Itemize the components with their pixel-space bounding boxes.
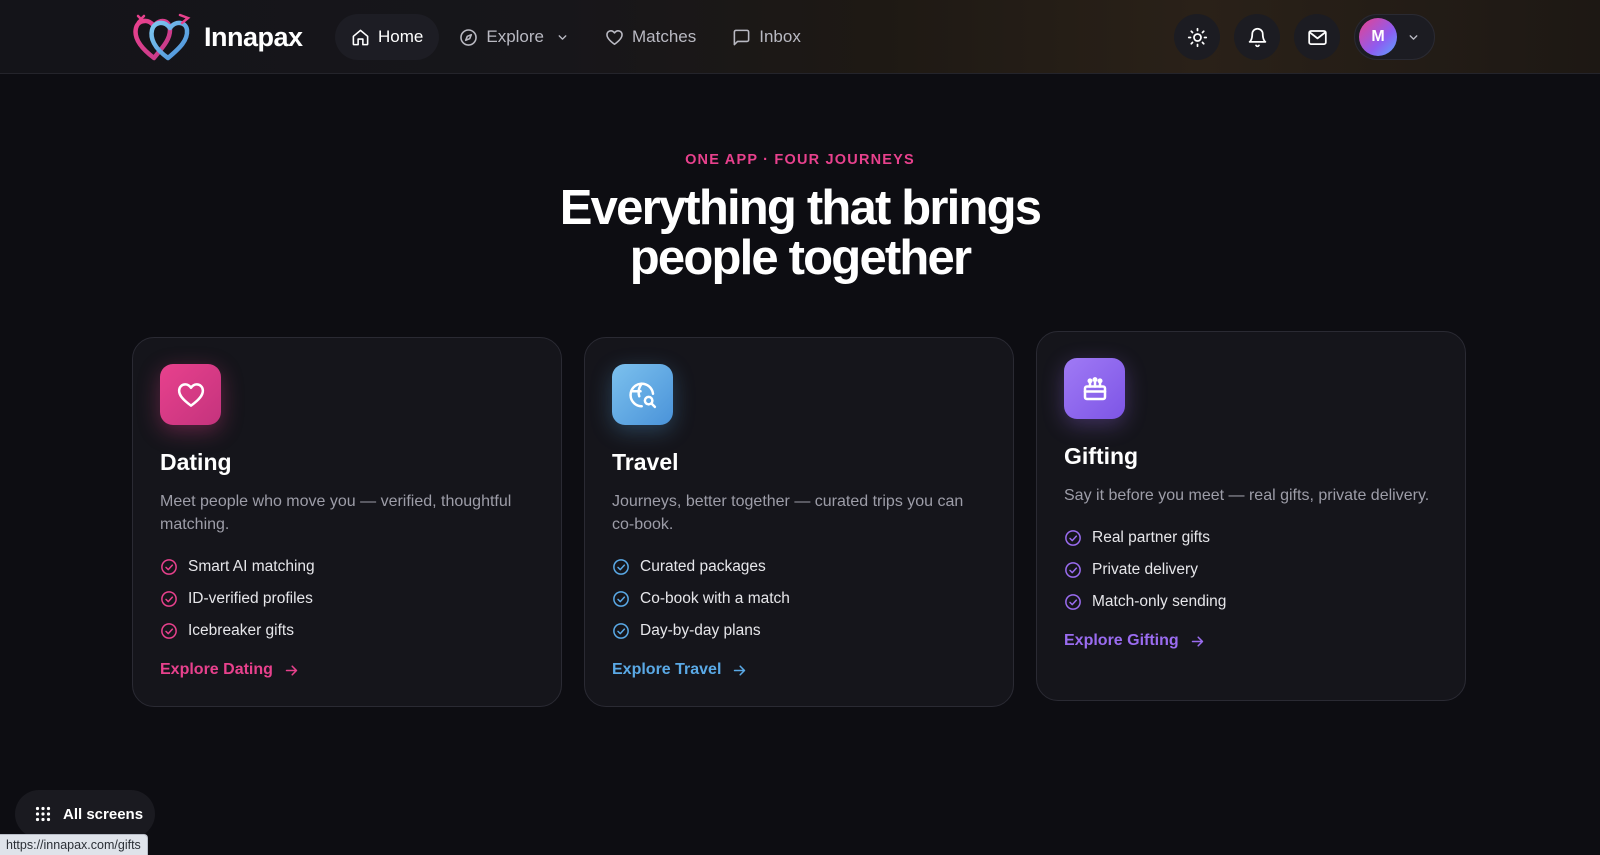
headline-line-1: Everything that brings xyxy=(559,181,1042,235)
gifting-card-icon-tile xyxy=(1064,358,1125,419)
travel-card-icon-tile xyxy=(612,364,673,425)
bell-icon xyxy=(1248,27,1266,47)
list-item: Private delivery xyxy=(1064,554,1438,586)
feature-label: Real partner gifts xyxy=(1092,529,1211,546)
nav-item-label: Inbox xyxy=(759,27,801,46)
list-item: Icebreaker gifts xyxy=(160,615,534,647)
check-circle-icon xyxy=(161,591,177,607)
nav-item-home[interactable]: Home xyxy=(335,14,440,60)
avatar: M xyxy=(1359,18,1397,56)
header-actions: M xyxy=(1174,14,1435,60)
list-item: Day-by-day plans xyxy=(612,615,986,647)
feature-label: Co-book with a match xyxy=(640,590,790,607)
list-item: Curated packages xyxy=(612,551,986,583)
gifting-card: Gifting Say it before you meet — real gi… xyxy=(1036,331,1466,701)
messages-button[interactable] xyxy=(1294,14,1340,60)
feature-list: Smart AI matching ID-verified profiles I… xyxy=(160,551,534,647)
status-bar-url: https://innapax.com/gifts xyxy=(0,834,148,855)
check-circle-icon xyxy=(1065,530,1081,546)
profile-menu-button[interactable]: M xyxy=(1354,14,1435,60)
list-item: Co-book with a match xyxy=(612,583,986,615)
arrow-right-icon xyxy=(1191,635,1203,647)
chevron-down-icon xyxy=(558,34,567,40)
sun-icon xyxy=(1187,27,1207,47)
theme-toggle-button[interactable] xyxy=(1174,14,1220,60)
card-title: Gifting xyxy=(1064,443,1139,469)
grid-dots-icon xyxy=(35,806,51,822)
card-description: Meet people who move you — verified, tho… xyxy=(160,493,512,533)
feature-label: Match-only sending xyxy=(1092,593,1227,610)
explore-gifting-link[interactable]: Explore Gifting xyxy=(1064,632,1206,650)
intertwined-hearts-icon xyxy=(133,13,191,61)
check-circle-icon xyxy=(613,559,629,575)
brand-name: Innapax xyxy=(204,21,303,52)
top-navigation-bar: Innapax Home Explore Matches Inbox M xyxy=(0,0,1600,74)
all-screens-button[interactable]: All screens xyxy=(15,790,155,838)
feature-label: ID-verified profiles xyxy=(188,590,313,607)
check-circle-icon xyxy=(613,623,629,639)
nav-item-matches[interactable]: Matches xyxy=(589,14,712,60)
check-circle-icon xyxy=(161,623,177,639)
list-item: Smart AI matching xyxy=(160,551,534,583)
list-item: Real partner gifts xyxy=(1064,522,1438,554)
list-item: Match-only sending xyxy=(1064,586,1438,618)
check-circle-icon xyxy=(1065,594,1081,610)
mail-icon xyxy=(1307,29,1327,45)
card-description: Journeys, better together — curated trip… xyxy=(612,493,964,533)
message-square-icon xyxy=(733,29,750,45)
check-circle-icon xyxy=(161,559,177,575)
check-circle-icon xyxy=(1065,562,1081,578)
travel-card: Travel Journeys, better together — curat… xyxy=(584,337,1014,707)
heart-icon xyxy=(177,382,204,407)
feature-label: Curated packages xyxy=(640,558,766,575)
all-screens-label: All screens xyxy=(63,805,144,823)
link-label: Explore Travel xyxy=(612,661,722,678)
dating-card: Dating Meet people who move you — verifi… xyxy=(132,337,562,707)
brand[interactable]: Innapax xyxy=(132,12,303,62)
explore-dating-link[interactable]: Explore Dating xyxy=(160,661,300,679)
heart-icon xyxy=(606,29,623,45)
feature-label: Icebreaker gifts xyxy=(188,622,294,639)
nav-item-explore[interactable]: Explore xyxy=(443,14,585,60)
link-label: Explore Gifting xyxy=(1064,632,1179,649)
card-title: Dating xyxy=(160,449,232,475)
nav-item-label: Home xyxy=(378,27,424,46)
nav-item-label: Matches xyxy=(632,27,697,46)
headline-line-2: people together xyxy=(629,231,972,285)
arrow-right-icon xyxy=(285,664,298,676)
nav-item-label: Explore xyxy=(486,27,544,46)
hero-eyebrow: ONE APP · FOUR JOURNEYS xyxy=(685,152,915,168)
main-nav: Home Explore Matches Inbox xyxy=(335,14,817,60)
compass-icon xyxy=(460,28,478,46)
list-item: ID-verified profiles xyxy=(160,583,534,615)
feature-label: Smart AI matching xyxy=(188,558,315,575)
gift-icon xyxy=(1083,376,1106,400)
nav-item-inbox[interactable]: Inbox xyxy=(716,14,817,60)
card-description: Say it before you meet — real gifts, pri… xyxy=(1064,487,1430,504)
chevron-down-icon xyxy=(1409,34,1418,40)
arrow-right-icon xyxy=(734,664,746,676)
link-label: Explore Dating xyxy=(160,661,273,678)
notifications-button[interactable] xyxy=(1234,14,1280,60)
home-icon xyxy=(352,29,369,45)
feature-label: Private delivery xyxy=(1092,561,1198,578)
check-circle-icon xyxy=(613,591,629,607)
dating-card-icon-tile xyxy=(160,364,221,425)
explore-travel-link[interactable]: Explore Travel xyxy=(612,661,748,679)
feature-list: Curated packages Co-book with a match Da… xyxy=(612,551,986,647)
feature-label: Day-by-day plans xyxy=(640,622,761,639)
card-title: Travel xyxy=(612,449,679,475)
hero-headline: Everything that brings people together xyxy=(0,183,1600,283)
feature-list: Real partner gifts Private delivery Matc… xyxy=(1064,522,1438,618)
globe-search-icon xyxy=(628,382,656,408)
